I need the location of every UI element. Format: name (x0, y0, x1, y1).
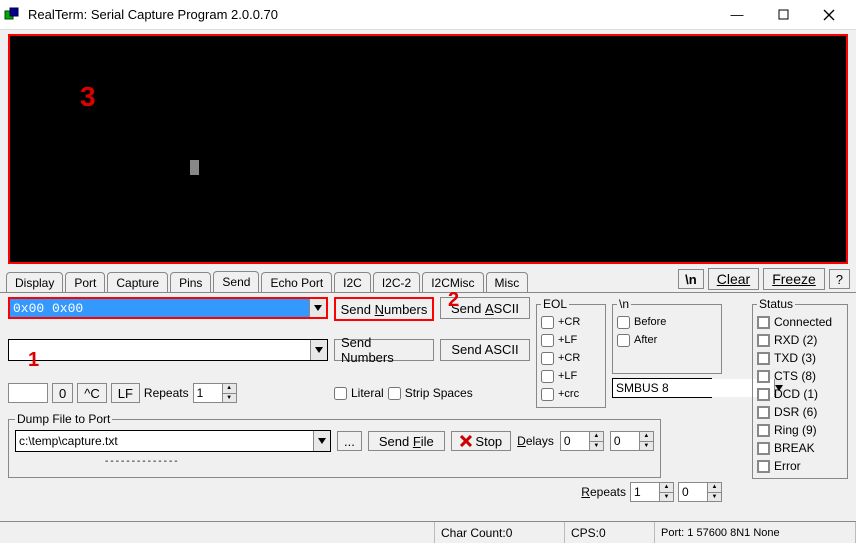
dump-repeats-spinner[interactable]: ▲▼ (630, 482, 674, 502)
newline-legend: \n (617, 297, 631, 311)
status-rxd: RXD (2) (757, 331, 843, 349)
window-buttons: — (714, 0, 852, 30)
char-input[interactable] (8, 383, 48, 403)
send-field-2[interactable] (9, 340, 310, 360)
window-title: RealTerm: Serial Capture Program 2.0.0.7… (28, 7, 714, 22)
tab-echo-port[interactable]: Echo Port (261, 272, 332, 292)
titlebar: RealTerm: Serial Capture Program 2.0.0.7… (0, 0, 856, 30)
nl-before-checkbox[interactable]: Before (617, 313, 717, 331)
status-cps: CPS:0 (565, 522, 655, 543)
newline-group: \n Before After (612, 297, 722, 374)
spin-down-icon[interactable]: ▼ (223, 394, 236, 403)
terminal-output[interactable]: 3 (8, 34, 848, 264)
dump-path-input[interactable] (15, 430, 331, 452)
repeats-spinner[interactable]: ▲▼ (193, 383, 237, 403)
status-char-count: Char Count:0 (435, 522, 565, 543)
status-legend: Status (757, 297, 795, 311)
status-txd: TXD (3) (757, 349, 843, 367)
status-dsr: DSR (6) (757, 403, 843, 421)
help-button[interactable]: ? (829, 269, 850, 289)
strip-spaces-checkbox[interactable]: Strip Spaces (388, 384, 473, 402)
delays-label: Delays (517, 434, 554, 448)
tab-i2c-2[interactable]: I2C-2 (373, 272, 420, 292)
statusbar: Char Count:0 CPS:0 Port: 1 57600 8N1 Non… (0, 521, 856, 543)
dump-repeat2-spinner[interactable]: ▲▼ (678, 482, 722, 502)
ctrl-c-button[interactable]: ^C (77, 383, 107, 403)
stop-button[interactable]: Stop (451, 431, 511, 451)
dump-legend: Dump File to Port (15, 412, 112, 426)
status-led-icon (757, 316, 770, 329)
cursor-icon (190, 160, 199, 175)
nl-after-checkbox[interactable]: After (617, 331, 717, 349)
tab-misc[interactable]: Misc (486, 272, 529, 292)
eol-lf-1[interactable]: +LF (541, 331, 601, 349)
send-input-1[interactable] (8, 297, 328, 319)
annotation-1: 1 (28, 349, 39, 372)
dropdown-icon[interactable] (313, 431, 330, 451)
send-ascii-2-button[interactable]: Send ASCII (440, 339, 530, 361)
status-group: Status Connected RXD (2) TXD (3) CTS (8)… (752, 297, 848, 479)
status-port: Port: 1 57600 8N1 None (655, 522, 856, 543)
send-numbers-2-button[interactable]: Send Numbers (334, 339, 434, 361)
send-input-2[interactable] (8, 339, 328, 361)
browse-button[interactable]: ... (337, 431, 362, 451)
freeze-button[interactable]: Freeze (763, 268, 825, 290)
send-file-button[interactable]: Send File (368, 431, 445, 451)
tab-send[interactable]: Send (213, 271, 259, 293)
dump-repeats-label: Repeats (581, 485, 626, 499)
delay1-spinner[interactable]: ▲▼ (560, 431, 604, 451)
repeats-label: Repeats (144, 386, 189, 400)
eol-lf-2[interactable]: +LF (541, 367, 601, 385)
eol-crc[interactable]: +crc (541, 385, 601, 403)
status-error: Error (757, 457, 843, 475)
status-connected: Connected (757, 313, 843, 331)
app-icon (4, 7, 20, 23)
eol-cr-2[interactable]: +CR (541, 349, 601, 367)
delay2-spinner[interactable]: ▲▼ (610, 431, 654, 451)
send-field-1[interactable] (10, 299, 309, 317)
minimize-button[interactable]: — (714, 0, 760, 30)
status-ring: Ring (9) (757, 421, 843, 439)
lf-button[interactable]: LF (111, 383, 140, 403)
tab-port[interactable]: Port (65, 272, 105, 292)
tab-bar: Display Port Capture Pins Send Echo Port… (0, 268, 856, 292)
eol-legend: EOL (541, 297, 569, 311)
annotation-2: 2 (448, 289, 459, 312)
send-numbers-1-button[interactable]: Send Numbers (334, 297, 434, 321)
status-cts: CTS (8) (757, 367, 843, 385)
smbus-select[interactable] (612, 378, 712, 398)
clear-button[interactable]: Clear (708, 268, 759, 290)
annotation-3: 3 (80, 81, 96, 113)
newline-button[interactable]: \n (678, 269, 704, 289)
literal-checkbox[interactable]: Literal (334, 384, 384, 402)
tab-pins[interactable]: Pins (170, 272, 211, 292)
tab-i2c[interactable]: I2C (334, 272, 371, 292)
tab-capture[interactable]: Capture (107, 272, 168, 292)
maximize-button[interactable] (760, 0, 806, 30)
dropdown-icon[interactable] (310, 340, 327, 360)
send-panel: 1 2 Send Numbers Send ASCII Send Numbers… (0, 292, 856, 482)
close-button[interactable] (806, 0, 852, 30)
eol-group: EOL +CR +LF +CR +LF +crc (536, 297, 606, 408)
dump-file-group: Dump File to Port ... Send File Stop Del… (8, 412, 661, 478)
dropdown-icon[interactable] (309, 299, 326, 317)
progress-dots: -------------- (105, 456, 654, 467)
status-dcd: DCD (1) (757, 385, 843, 403)
eol-cr-1[interactable]: +CR (541, 313, 601, 331)
zero-button[interactable]: 0 (52, 383, 73, 403)
x-icon (460, 435, 472, 447)
tab-display[interactable]: Display (6, 272, 63, 292)
spin-up-icon[interactable]: ▲ (223, 384, 236, 394)
status-break: BREAK (757, 439, 843, 457)
